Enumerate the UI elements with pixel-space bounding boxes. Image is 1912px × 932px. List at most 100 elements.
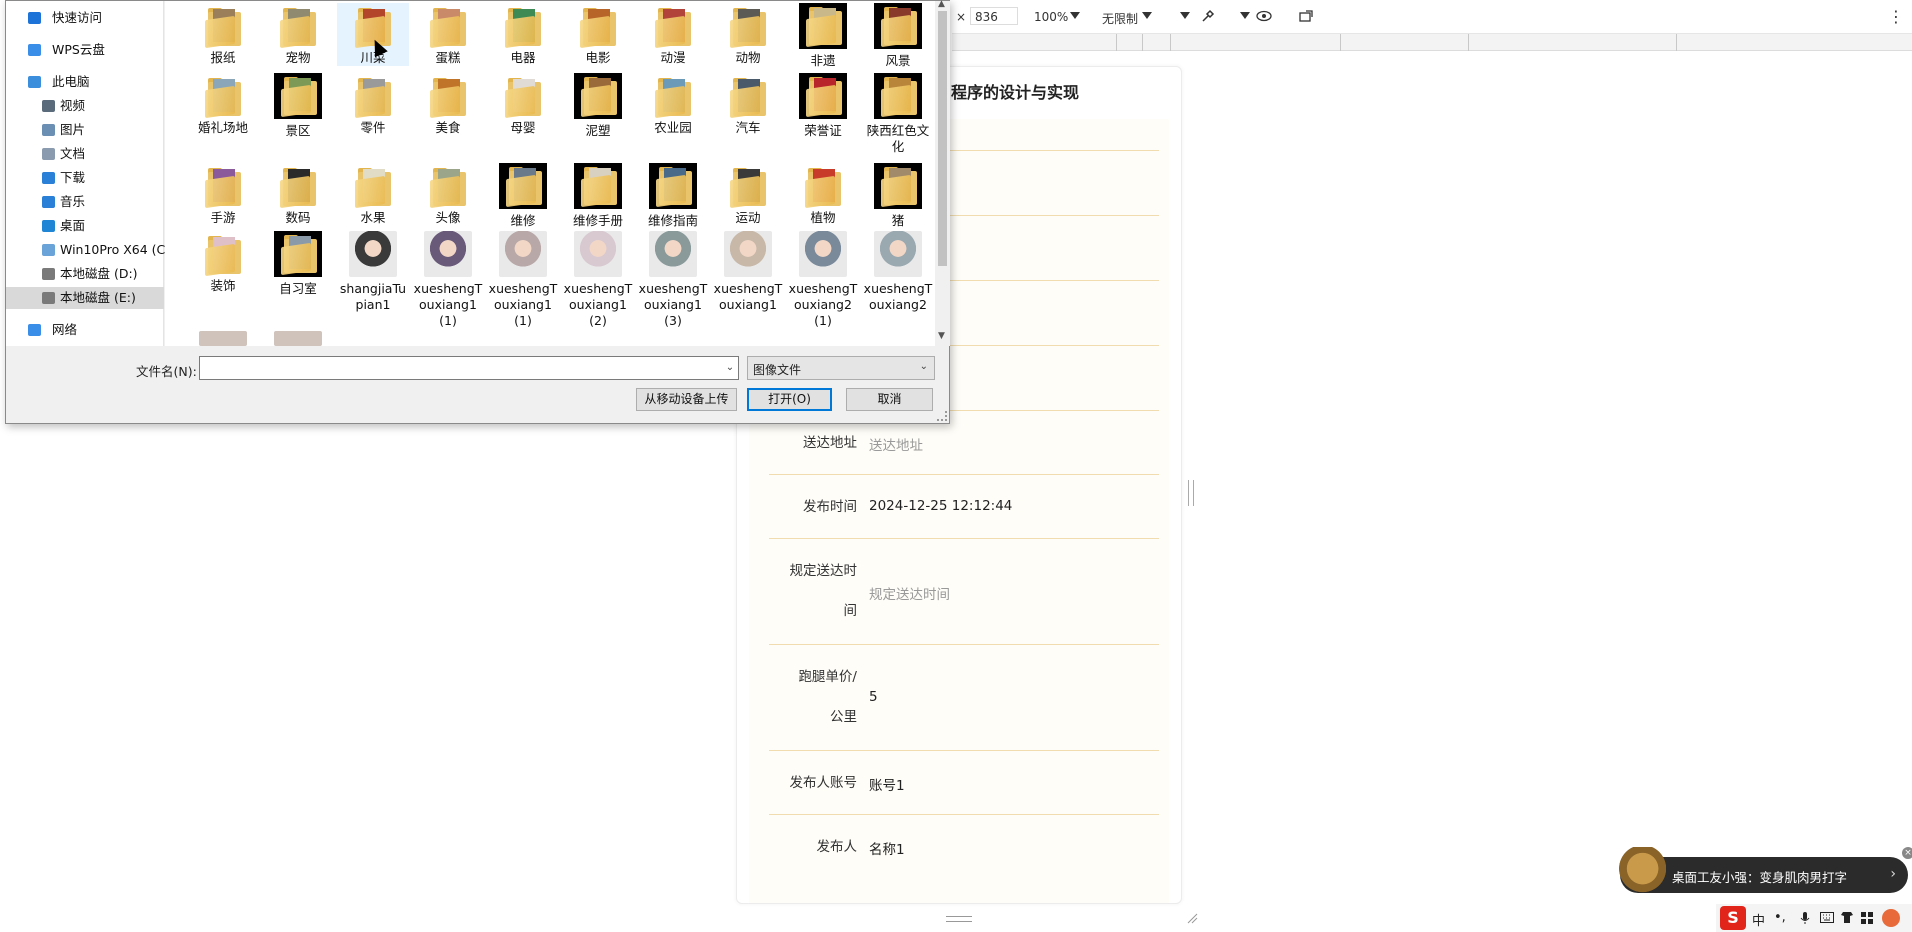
file-item[interactable]: 电器 (487, 3, 559, 66)
scroll-down-icon[interactable]: ▼ (938, 331, 945, 341)
nav-item[interactable]: 视频 (6, 95, 164, 117)
viewport-resize-handle[interactable] (1188, 480, 1194, 506)
nav-item[interactable]: 桌面 (6, 215, 164, 237)
file-item[interactable]: 母婴 (487, 73, 559, 136)
file-item[interactable]: 零件 (337, 73, 409, 136)
nav-item[interactable]: 网络 (6, 319, 164, 341)
file-item[interactable]: 头像 (412, 163, 484, 226)
upload-from-mobile-button[interactable]: 从移动设备上传 (636, 388, 737, 411)
file-item[interactable]: xueshengTouxiang1(2) (562, 231, 634, 329)
more-caret-icon[interactable] (1180, 12, 1190, 19)
nav-item[interactable]: WPS云盘 (6, 39, 164, 61)
publish-time-value[interactable]: 2024-12-25 12:12:44 (869, 498, 1012, 514)
file-item[interactable]: 陕西红色文化 (862, 73, 934, 155)
file-list-scrollbar[interactable]: ▲ ▼ (935, 0, 950, 346)
file-item[interactable]: xueshengTouxiang1(3) (637, 231, 709, 329)
resize-grip-icon[interactable] (937, 411, 947, 421)
throttle-select[interactable]: 无限制 (1102, 10, 1138, 27)
eyedropper-icon[interactable] (1200, 8, 1216, 24)
file-item[interactable]: 维修手册 (562, 163, 634, 229)
file-item[interactable]: 装饰 (187, 231, 259, 294)
file-item[interactable]: xueshengTouxiang2 (862, 231, 934, 313)
zoom-caret-icon[interactable] (1070, 12, 1080, 19)
address-input[interactable]: 送达地址 (869, 434, 923, 454)
avatar-icon[interactable] (1882, 909, 1900, 927)
nav-item[interactable]: 下载 (6, 167, 164, 189)
file-item[interactable]: 植物 (787, 163, 859, 226)
microphone-icon[interactable] (1800, 911, 1810, 925)
nav-item[interactable]: 此电脑 (6, 71, 164, 93)
chevron-right-icon[interactable]: › (1890, 866, 1896, 882)
desktop-notification[interactable]: 桌面工友小强：变身肌肉男打字 › (1614, 847, 1908, 895)
sensor-caret-icon[interactable] (1240, 12, 1250, 19)
nav-item[interactable]: 文档 (6, 143, 164, 165)
file-item[interactable]: xueshengTouxiang1(1) (412, 231, 484, 329)
file-item[interactable]: 川菜 (337, 3, 409, 66)
eye-icon[interactable] (1256, 9, 1272, 23)
unit-price-input[interactable]: 5 (869, 689, 878, 705)
file-item[interactable]: xueshengTouxiang2(1) (787, 231, 859, 329)
file-item[interactable]: 报纸 (187, 3, 259, 66)
file-item[interactable]: 数码 (262, 163, 334, 226)
file-item[interactable]: 动物 (712, 3, 784, 66)
file-item[interactable]: 手游 (187, 163, 259, 226)
file-item[interactable]: xueshengTouxiang1 (712, 231, 784, 313)
file-item[interactable]: 景区 (262, 73, 334, 139)
more-menu-icon[interactable]: ⋮ (1888, 7, 1904, 26)
filetype-select[interactable]: 图像文件 ⌄ (747, 356, 935, 380)
image-thumbnail[interactable] (274, 331, 322, 346)
toolbox-icon[interactable] (1860, 911, 1874, 925)
language-toggle[interactable]: 中 (1752, 910, 1765, 929)
nav-item[interactable]: 快速访问 (6, 7, 164, 29)
file-item[interactable]: 非遗 (787, 3, 859, 69)
nav-item[interactable]: Win10Pro X64 (C:) (6, 239, 174, 261)
file-item[interactable]: 美食 (412, 73, 484, 136)
nav-item[interactable]: 音乐 (6, 191, 164, 213)
file-item[interactable]: 水果 (337, 163, 409, 226)
file-item[interactable]: 农业园 (637, 73, 709, 136)
punctuation-toggle[interactable]: •, (1774, 910, 1786, 925)
file-item[interactable]: 风景 (862, 3, 934, 69)
file-item-label: 零件 (360, 120, 386, 135)
scrollbar-thumb[interactable] (938, 11, 947, 266)
scroll-up-icon[interactable]: ▲ (938, 0, 945, 9)
form-row-account: 发布人账号 账号1 (769, 751, 1159, 815)
deadline-input[interactable]: 规定送达时间 (869, 583, 950, 603)
file-item[interactable]: 自习室 (262, 231, 334, 297)
account-value: 账号1 (869, 778, 905, 794)
filename-input[interactable] (199, 356, 739, 380)
file-item[interactable]: 动漫 (637, 3, 709, 66)
height-input[interactable]: 836 (970, 7, 1018, 25)
nav-item[interactable]: 图片 (6, 119, 164, 141)
file-item[interactable]: shangjiaTupian1 (337, 231, 409, 313)
file-item[interactable]: 荣誉证 (787, 73, 859, 139)
keyboard-icon[interactable] (1820, 912, 1834, 923)
close-icon[interactable]: × (1902, 847, 1912, 859)
file-item[interactable]: 维修 (487, 163, 559, 229)
file-item[interactable]: 电影 (562, 3, 634, 66)
file-item[interactable]: 婚礼场地 (187, 73, 259, 136)
file-item[interactable]: 汽车 (712, 73, 784, 136)
zoom-select[interactable]: 100% (1034, 10, 1068, 24)
nav-item[interactable]: 本地磁盘 (D:) (6, 263, 164, 285)
open-button[interactable]: 打开(O) (747, 388, 832, 411)
filename-dropdown-icon[interactable]: ⌄ (722, 357, 738, 379)
file-item[interactable]: xueshengTouxiang1(1) (487, 231, 559, 329)
sogou-logo-icon[interactable]: S (1720, 906, 1746, 930)
file-item[interactable]: 泥塑 (562, 73, 634, 139)
file-item[interactable]: 运动 (712, 163, 784, 226)
file-item[interactable]: 维修指南 (637, 163, 709, 229)
throttle-caret-icon[interactable] (1142, 12, 1152, 19)
skin-icon[interactable] (1840, 911, 1854, 924)
folder-icon (205, 234, 241, 277)
corner-resize-icon[interactable] (1186, 912, 1198, 924)
file-item[interactable]: 蛋糕 (412, 3, 484, 66)
file-item-label: 动漫 (660, 50, 686, 65)
rotate-icon[interactable] (1298, 8, 1316, 24)
nav-item[interactable]: 本地磁盘 (E:) (6, 287, 164, 309)
file-item[interactable]: 猪 (862, 163, 934, 229)
viewport-bottom-handle[interactable] (946, 916, 972, 922)
cancel-button[interactable]: 取消 (846, 388, 933, 411)
file-item[interactable]: 宠物 (262, 3, 334, 66)
image-thumbnail[interactable] (199, 331, 247, 346)
